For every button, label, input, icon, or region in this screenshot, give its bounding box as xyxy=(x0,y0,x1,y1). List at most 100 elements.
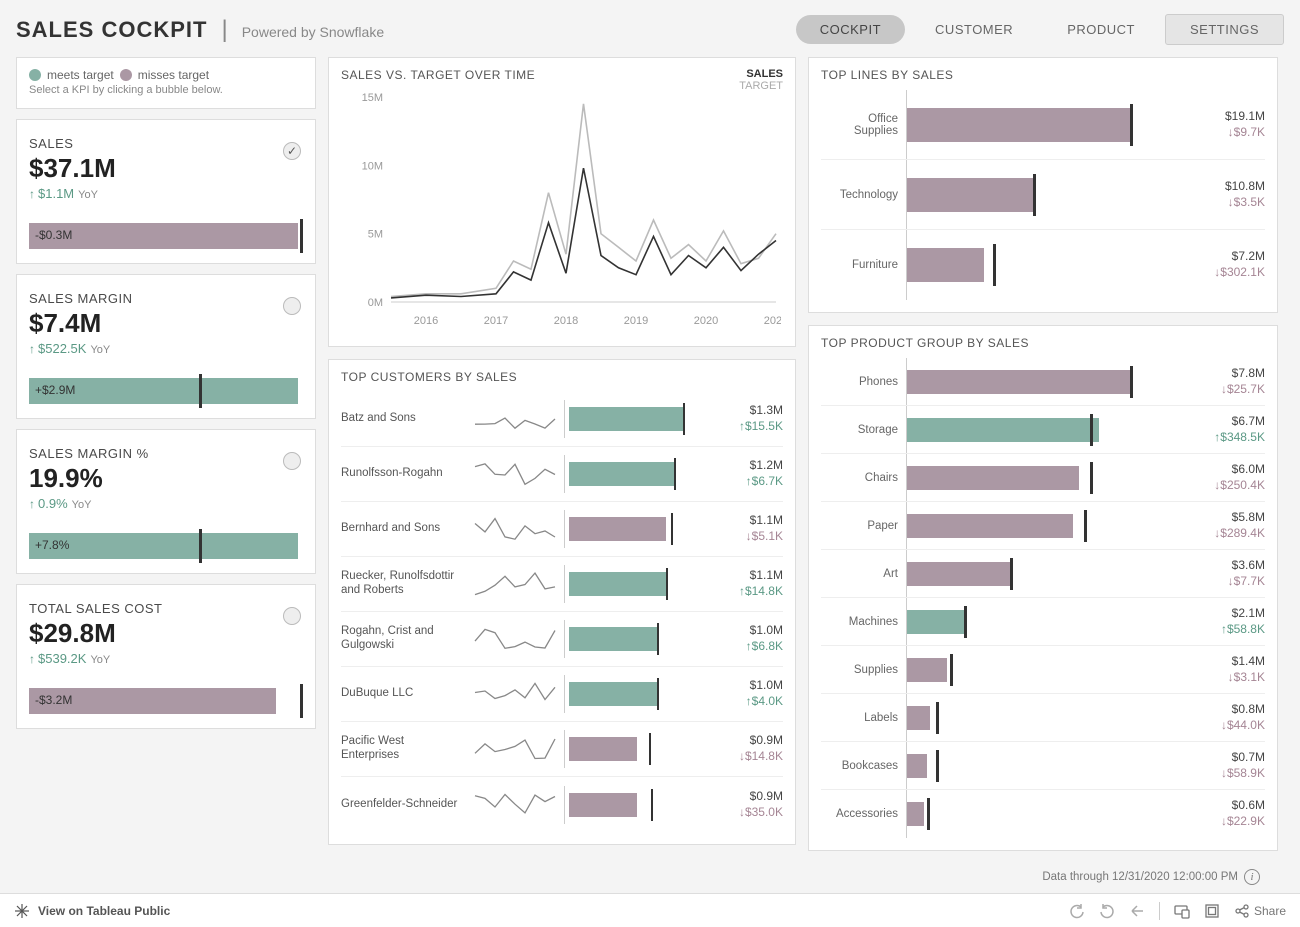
down-arrow-icon: ↓ xyxy=(1221,814,1227,828)
bar-row[interactable]: Office Supplies $19.1M ↓$9.7K xyxy=(821,90,1265,160)
share-button[interactable]: Share xyxy=(1234,903,1286,919)
bar-row[interactable]: Supplies $1.4M ↓$3.1K xyxy=(821,646,1265,694)
svg-text:2019: 2019 xyxy=(624,315,648,327)
customer-row[interactable]: Bernhard and Sons $1.1M ↓$5.1K xyxy=(341,502,783,557)
kpi-value: $29.8M xyxy=(29,618,303,649)
sparkline xyxy=(471,786,565,824)
down-arrow-icon: ↓ xyxy=(1214,265,1220,279)
revert-icon[interactable] xyxy=(1129,903,1145,919)
bar-row[interactable]: Labels $0.8M ↓$44.0K xyxy=(821,694,1265,742)
customer-row[interactable]: Runolfsson-Rogahn $1.2M ↑$6.7K xyxy=(341,447,783,502)
down-arrow-icon: ↓ xyxy=(1221,382,1227,396)
down-arrow-icon: ↓ xyxy=(1228,574,1234,588)
top-customers-panel: TOP CUSTOMERS BY SALES Batz and Sons $1.… xyxy=(328,359,796,845)
down-arrow-icon: ↓ xyxy=(1228,125,1234,139)
down-arrow-icon: ↓ xyxy=(739,805,745,819)
kpi-label: SALES MARGIN % xyxy=(29,446,303,461)
kpi-radio-cost[interactable] xyxy=(283,607,301,625)
nav-settings[interactable]: SETTINGS xyxy=(1165,14,1284,45)
top-customers-title: TOP CUSTOMERS BY SALES xyxy=(341,370,783,384)
bar-row[interactable]: Chairs $6.0M ↓$250.4K xyxy=(821,454,1265,502)
bar-row[interactable]: Technology $10.8M ↓$3.5K xyxy=(821,160,1265,230)
sparkline xyxy=(471,455,565,493)
kpi-card-margin[interactable]: SALES MARGIN $7.4M ↑ $522.5KYoY +$2.9M xyxy=(16,274,316,419)
sparkline xyxy=(471,400,565,438)
nav-customer[interactable]: CUSTOMER xyxy=(911,15,1037,44)
up-arrow-icon: ↑ xyxy=(739,419,745,433)
footer-bar: View on Tableau Public Share xyxy=(0,893,1300,927)
sparkline xyxy=(471,730,565,768)
kpi-delta: ↑ $1.1MYoY xyxy=(29,186,303,201)
customer-row[interactable]: DuBuque LLC $1.0M ↑$4.0K xyxy=(341,667,783,722)
svg-text:2021: 2021 xyxy=(764,315,781,327)
nav-product[interactable]: PRODUCT xyxy=(1043,15,1159,44)
kpi-delta: ↑ $522.5KYoY xyxy=(29,341,303,356)
kpi-bar: -$0.3M xyxy=(29,223,303,249)
title-divider: | xyxy=(221,16,227,44)
meets-dot-icon xyxy=(29,69,41,81)
bar-row[interactable]: Accessories $0.6M ↓$22.9K xyxy=(821,790,1265,838)
up-arrow-icon: ↑ xyxy=(29,497,35,511)
kpi-delta: ↑ 0.9%YoY xyxy=(29,496,303,511)
kpi-value: 19.9% xyxy=(29,463,303,494)
app-title: SALES COCKPIT xyxy=(16,17,207,43)
down-arrow-icon: ↓ xyxy=(1228,670,1234,684)
kpi-card-marginpct[interactable]: SALES MARGIN % 19.9% ↑ 0.9%YoY +7.8% xyxy=(16,429,316,574)
timeseries-chart: 0M5M10M15M201620172018201920202021 xyxy=(341,92,781,332)
sparkline xyxy=(471,510,565,548)
top-lines-title: TOP LINES BY SALES xyxy=(821,68,1265,82)
misses-label: misses target xyxy=(138,68,209,82)
customer-row[interactable]: Rogahn, Crist and Gulgowski $1.0M ↑$6.8K xyxy=(341,612,783,667)
bar-row[interactable]: Storage $6.7M ↑$348.5K xyxy=(821,406,1265,454)
up-arrow-icon: ↑ xyxy=(1221,622,1227,636)
kpi-radio-margin[interactable] xyxy=(283,297,301,315)
kpi-bar: -$3.2M xyxy=(29,688,303,714)
kpi-card-sales[interactable]: SALES $37.1M ↑ $1.1MYoY -$0.3M xyxy=(16,119,316,264)
top-lines-panel: TOP LINES BY SALES Office Supplies $19.1… xyxy=(808,57,1278,313)
bar-row[interactable]: Bookcases $0.7M ↓$58.9K xyxy=(821,742,1265,790)
kpi-value: $7.4M xyxy=(29,308,303,339)
undo-icon[interactable] xyxy=(1069,903,1085,919)
share-icon xyxy=(1234,903,1250,919)
kpi-delta: ↑ $539.2KYoY xyxy=(29,651,303,666)
sparkline xyxy=(471,620,565,658)
bar-row[interactable]: Art $3.6M ↓$7.7K xyxy=(821,550,1265,598)
device-icon[interactable] xyxy=(1174,903,1190,919)
nav-cockpit[interactable]: COCKPIT xyxy=(796,15,905,44)
legend-help: Select a KPI by clicking a bubble below. xyxy=(29,84,303,96)
redo-icon[interactable] xyxy=(1099,903,1115,919)
bar-row[interactable]: Phones $7.8M ↓$25.7K xyxy=(821,358,1265,406)
sparkline xyxy=(471,565,565,603)
bar-row[interactable]: Machines $2.1M ↑$58.8K xyxy=(821,598,1265,646)
meets-label: meets target xyxy=(47,68,114,82)
kpi-card-cost[interactable]: TOTAL SALES COST $29.8M ↑ $539.2KYoY -$3… xyxy=(16,584,316,729)
svg-text:2017: 2017 xyxy=(484,315,508,327)
kpi-radio-sales[interactable] xyxy=(283,142,301,160)
customer-row[interactable]: Pacific West Enterprises $0.9M ↓$14.8K xyxy=(341,722,783,777)
svg-text:2018: 2018 xyxy=(554,315,578,327)
top-products-panel: TOP PRODUCT GROUP BY SALES Phones $7.8M … xyxy=(808,325,1278,851)
customer-row[interactable]: Batz and Sons $1.3M ↑$15.5K xyxy=(341,392,783,447)
tableau-icon xyxy=(14,903,30,919)
down-arrow-icon: ↓ xyxy=(1214,478,1220,492)
legend-panel: meets target misses target Select a KPI … xyxy=(16,57,316,109)
bar-row[interactable]: Furniture $7.2M ↓$302.1K xyxy=(821,230,1265,300)
fullscreen-icon[interactable] xyxy=(1204,903,1220,919)
misses-dot-icon xyxy=(120,69,132,81)
up-arrow-icon: ↑ xyxy=(1214,430,1220,444)
bar-row[interactable]: Paper $5.8M ↓$289.4K xyxy=(821,502,1265,550)
top-products-title: TOP PRODUCT GROUP BY SALES xyxy=(821,336,1265,350)
kpi-label: SALES MARGIN xyxy=(29,291,303,306)
customer-row[interactable]: Ruecker, Runolfsdottir and Roberts $1.1M… xyxy=(341,557,783,612)
view-on-tableau[interactable]: View on Tableau Public xyxy=(14,903,170,919)
down-arrow-icon: ↓ xyxy=(1214,526,1220,540)
timeseries-panel: SALES VS. TARGET OVER TIME SALES TARGET … xyxy=(328,57,796,347)
kpi-radio-marginpct[interactable] xyxy=(283,452,301,470)
down-arrow-icon: ↓ xyxy=(1228,195,1234,209)
svg-text:15M: 15M xyxy=(362,92,383,104)
customer-row[interactable]: Greenfelder-Schneider $0.9M ↓$35.0K xyxy=(341,777,783,832)
up-arrow-icon: ↑ xyxy=(746,694,752,708)
kpi-label: TOTAL SALES COST xyxy=(29,601,303,616)
info-icon[interactable]: i xyxy=(1244,869,1260,885)
app-subtitle: Powered by Snowflake xyxy=(242,24,384,40)
